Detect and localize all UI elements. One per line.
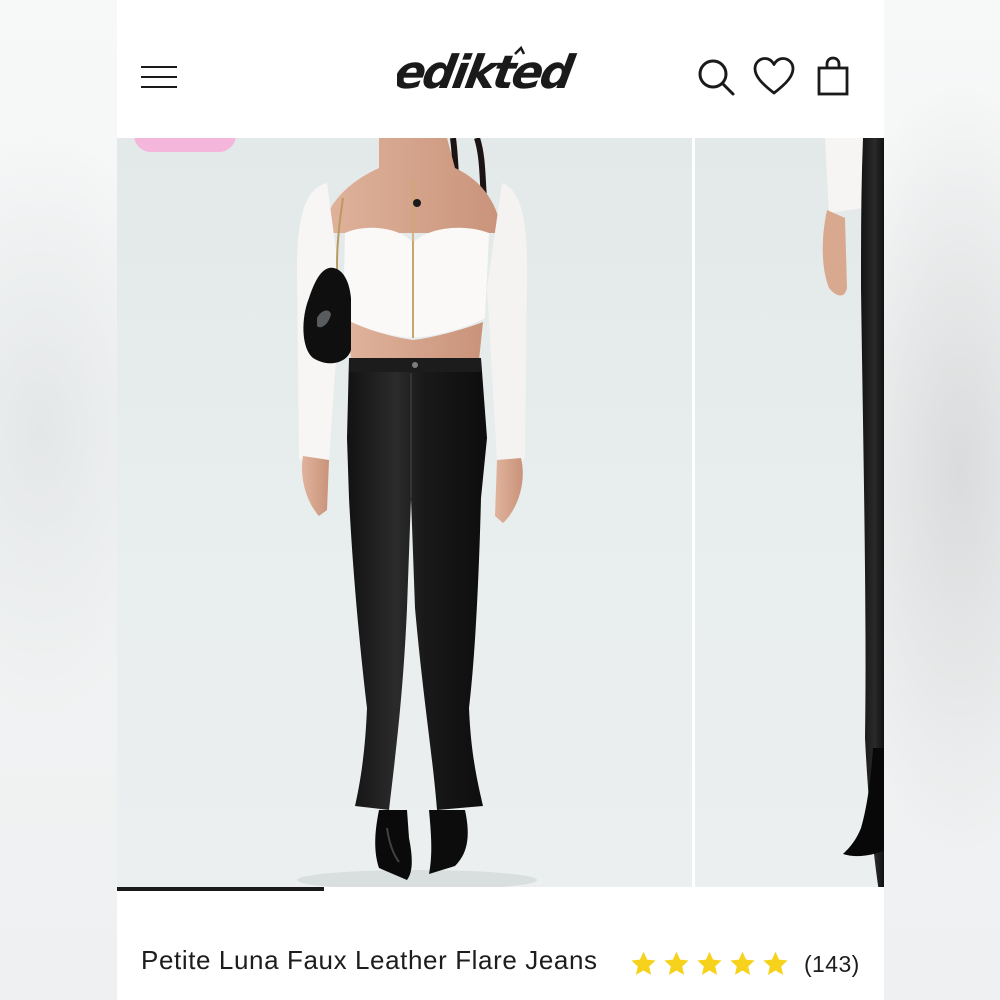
shopping-bag-icon	[817, 56, 849, 96]
star-icon	[697, 951, 722, 975]
hamburger-line	[141, 76, 177, 78]
hamburger-icon	[141, 66, 177, 68]
product-photo-front	[297, 138, 537, 890]
star-icon	[730, 951, 755, 975]
product-image-gallery[interactable]	[117, 138, 884, 892]
product-page: edikted Petite Luna Faux Leather Flare J…	[117, 0, 884, 1000]
heart-icon	[753, 57, 795, 95]
product-title: Petite Luna Faux Leather Flare Jeans	[141, 945, 598, 975]
search-button[interactable]	[695, 56, 737, 98]
menu-button[interactable]	[139, 63, 179, 91]
logo-wordmark: edikted	[390, 45, 579, 99]
hamburger-line	[141, 86, 177, 88]
review-count[interactable]: (143)	[804, 951, 860, 978]
star-icon	[631, 951, 656, 975]
wishlist-button[interactable]	[753, 56, 795, 98]
brand-logo[interactable]: edikted	[390, 44, 607, 104]
product-rating[interactable]: (143)	[629, 949, 860, 979]
gallery-slide-2[interactable]	[695, 138, 884, 892]
product-badge	[134, 138, 236, 152]
search-icon	[698, 59, 735, 96]
cart-button[interactable]	[813, 56, 855, 98]
gallery-slide-1[interactable]	[117, 138, 692, 892]
product-photo-side	[822, 138, 884, 892]
star-icon	[664, 951, 689, 975]
rating-stars	[629, 950, 790, 978]
site-header: edikted	[117, 0, 884, 138]
star-icon	[763, 951, 788, 975]
product-info: Petite Luna Faux Leather Flare Jeans (14…	[117, 891, 884, 1000]
svg-text:edikted: edikted	[397, 45, 579, 99]
